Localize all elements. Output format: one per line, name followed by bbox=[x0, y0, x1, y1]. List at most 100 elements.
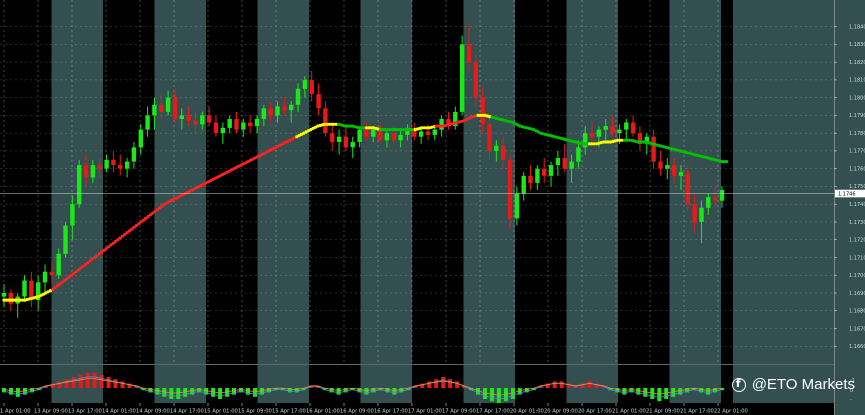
candle-body bbox=[439, 119, 444, 130]
candle-body bbox=[282, 106, 287, 111]
time-tick-label: 21 Apr 17:00 bbox=[680, 409, 714, 415]
histogram-bar bbox=[622, 388, 627, 395]
candle-body bbox=[213, 122, 219, 134]
histogram-bar bbox=[287, 388, 292, 393]
candle-body bbox=[261, 108, 266, 119]
price-tick-label: 1.1800 bbox=[849, 95, 865, 101]
histogram-bar bbox=[678, 388, 683, 395]
time-tick-label: 14 Apr 17:00 bbox=[170, 409, 204, 415]
candle-body bbox=[589, 133, 595, 137]
candle-body bbox=[179, 115, 184, 119]
candle-body bbox=[562, 158, 567, 169]
candle-body bbox=[131, 147, 137, 162]
histogram-bar bbox=[559, 381, 564, 388]
candle-body bbox=[528, 175, 533, 183]
histogram-bar bbox=[155, 388, 160, 395]
candle-body bbox=[49, 271, 55, 276]
histogram-bar bbox=[434, 379, 439, 388]
candle-body bbox=[295, 88, 301, 105]
histogram-bar bbox=[15, 388, 20, 397]
price-tick-label: 1.1660 bbox=[849, 344, 865, 350]
price-tick-label: 1.1740 bbox=[849, 202, 865, 208]
candle-body bbox=[460, 44, 465, 112]
candle-body bbox=[542, 168, 547, 176]
price-tick-label: 1.1840 bbox=[849, 24, 865, 30]
histogram-bar bbox=[706, 388, 711, 395]
price-tick-label: 1.1720 bbox=[849, 238, 865, 244]
candle-body bbox=[70, 204, 75, 226]
candle-body bbox=[172, 97, 178, 119]
histogram-bar bbox=[364, 388, 369, 395]
candle-body bbox=[555, 158, 561, 166]
candle-body bbox=[186, 115, 191, 121]
candle-body bbox=[535, 168, 540, 183]
candle-body bbox=[350, 142, 355, 148]
price-tick-label: 1.1690 bbox=[849, 291, 865, 297]
candle-body bbox=[651, 136, 656, 162]
histogram-bar bbox=[336, 388, 341, 395]
candle-body bbox=[145, 115, 150, 130]
histogram-bar bbox=[427, 381, 432, 388]
candle-body bbox=[330, 133, 335, 143]
time-tick-label: 17 Apr 01:00 bbox=[408, 409, 442, 415]
candle-body bbox=[323, 108, 328, 134]
histogram-bar bbox=[169, 388, 174, 399]
candle-body bbox=[678, 172, 684, 176]
time-tick-label: 13 Apr 17:00 bbox=[68, 409, 102, 415]
histogram-bar bbox=[204, 388, 209, 395]
candle-body bbox=[254, 119, 260, 127]
ma-dot bbox=[725, 160, 729, 164]
histogram-bar bbox=[636, 388, 641, 395]
time-tick-label: 17 Apr 17:00 bbox=[476, 409, 510, 415]
time-tick-label: 14 Apr 01:00 bbox=[102, 409, 136, 415]
current-price-label: 1.1746 bbox=[838, 191, 856, 197]
histogram-bar bbox=[92, 372, 97, 388]
candle-body bbox=[617, 129, 622, 134]
candle-body bbox=[494, 145, 499, 151]
candle-body bbox=[706, 197, 711, 208]
price-tick-label: 1.1780 bbox=[849, 131, 865, 137]
candle-body bbox=[685, 172, 690, 205]
candle-body bbox=[665, 165, 670, 169]
candle-body bbox=[699, 207, 704, 222]
candle-body bbox=[398, 134, 403, 141]
candle-body bbox=[111, 159, 116, 166]
candle-body bbox=[692, 204, 697, 222]
price-chart[interactable]: 1.1840 1.1830 1.1820 1.1810 1.1800 1.1790 1.17… bbox=[0, 0, 865, 415]
candle-body bbox=[610, 126, 615, 134]
histogram-bar bbox=[552, 381, 557, 388]
candle-body bbox=[268, 108, 273, 116]
price-tick-label: 1.1770 bbox=[849, 149, 865, 155]
candle-body bbox=[432, 129, 437, 135]
time-tick-label: 15 Apr 17:00 bbox=[272, 409, 306, 415]
histogram-bar bbox=[232, 388, 236, 395]
candle-body bbox=[466, 44, 472, 63]
facebook-icon bbox=[731, 377, 746, 392]
candle-body bbox=[90, 165, 96, 178]
histogram-bar bbox=[99, 374, 104, 388]
candle-body bbox=[1, 293, 7, 297]
candle-body bbox=[138, 129, 143, 148]
candle-body bbox=[77, 165, 82, 205]
price-tick-label: 1.1760 bbox=[849, 166, 865, 172]
candle-body bbox=[104, 159, 109, 169]
histogram-bar bbox=[120, 381, 125, 388]
histogram-bar bbox=[218, 388, 223, 399]
price-tick-label: 1.1670 bbox=[849, 326, 865, 332]
price-tick-label: 1.1820 bbox=[849, 60, 865, 66]
time-tick-label: 17 Apr 09:00 bbox=[442, 409, 476, 415]
candle-body bbox=[248, 122, 253, 127]
candle-body bbox=[275, 106, 280, 116]
candle-body bbox=[152, 104, 157, 116]
histogram-bar bbox=[455, 381, 460, 388]
histogram-bar bbox=[22, 388, 27, 395]
candle-body bbox=[241, 122, 246, 130]
candle-body bbox=[302, 79, 308, 89]
histogram-bar bbox=[78, 374, 83, 388]
time-tick-label: 20 Apr 17:00 bbox=[578, 409, 612, 415]
histogram-bar bbox=[587, 381, 592, 388]
watermark: @ETO Markets bbox=[731, 376, 855, 393]
time-tick-label: 21 Apr 01:00 bbox=[612, 409, 646, 415]
chart-window[interactable]: 1.1840 1.1830 1.1820 1.1810 1.1800 1.1790 1.17… bbox=[0, 0, 865, 415]
candle-body bbox=[193, 120, 198, 125]
